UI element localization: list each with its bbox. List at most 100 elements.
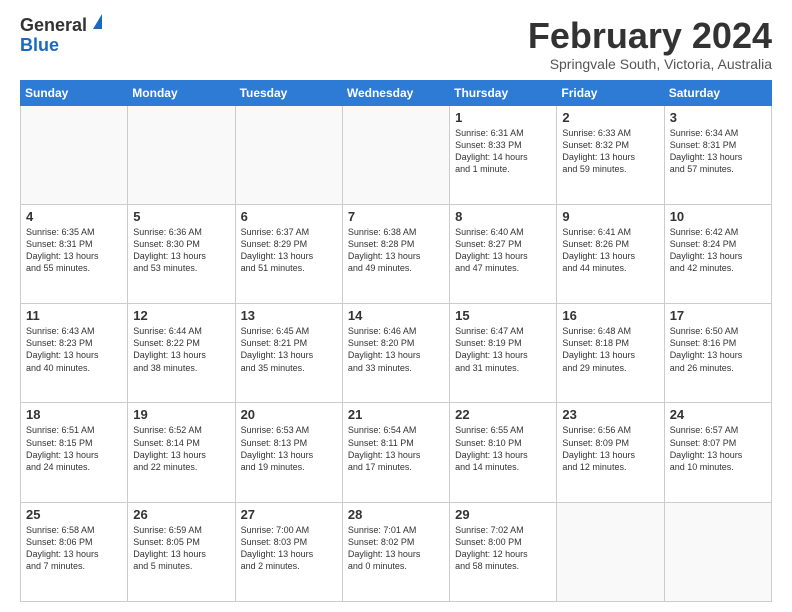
day-info: Sunrise: 6:51 AM Sunset: 8:15 PM Dayligh… — [26, 424, 122, 473]
table-row: 24Sunrise: 6:57 AM Sunset: 8:07 PM Dayli… — [664, 403, 771, 502]
day-info: Sunrise: 6:57 AM Sunset: 8:07 PM Dayligh… — [670, 424, 766, 473]
day-number: 3 — [670, 110, 766, 125]
col-tuesday: Tuesday — [235, 80, 342, 105]
table-row — [557, 502, 664, 601]
table-row: 25 Sunrise: 6:58 AM Sunset: 8:06 PM Dayli… — [21, 502, 128, 601]
day-info: Sunrise: 6:43 AM Sunset: 8:23 PM Dayligh… — [26, 325, 122, 374]
day-number: 27 — [241, 507, 337, 522]
day-info: Sunrise: 6:38 AM Sunset: 8:28 PM Dayligh… — [348, 226, 444, 275]
table-row: 19Sunrise: 6:52 AM Sunset: 8:14 PM Dayli… — [128, 403, 235, 502]
day-info: Sunrise: 6:59 AM Sunset: 8:05 PM Dayligh… — [133, 524, 229, 573]
subtitle: Springvale South, Victoria, Australia — [528, 56, 772, 72]
day-info: Sunrise: 6:45 AM Sunset: 8:21 PM Dayligh… — [241, 325, 337, 374]
page: General Blue February 2024 Springvale So… — [0, 0, 792, 612]
table-row: 6Sunrise: 6:37 AM Sunset: 8:29 PM Daylig… — [235, 204, 342, 303]
day-number: 10 — [670, 209, 766, 224]
table-row: 4 Sunrise: 6:35 AM Sunset: 8:31 PM Daylig… — [21, 204, 128, 303]
table-row — [21, 105, 128, 204]
day-number: 18 — [26, 407, 122, 422]
table-row: 10 Sunrise: 6:42 AM Sunset: 8:24 PM Dayli… — [664, 204, 771, 303]
table-row: 5 Sunrise: 6:36 AM Sunset: 8:30 PM Daylig… — [128, 204, 235, 303]
table-row: 29 Sunrise: 7:02 AM Sunset: 8:00 PM Dayli… — [450, 502, 557, 601]
day-number: 14 — [348, 308, 444, 323]
day-number: 22 — [455, 407, 551, 422]
day-number: 4 — [26, 209, 122, 224]
day-number: 26 — [133, 507, 229, 522]
table-row: 11 Sunrise: 6:43 AM Sunset: 8:23 PM Dayli… — [21, 304, 128, 403]
day-number: 15 — [455, 308, 551, 323]
day-number: 28 — [348, 507, 444, 522]
day-info: Sunrise: 6:48 AM Sunset: 8:18 PM Dayligh… — [562, 325, 658, 374]
calendar-week-4: 25 Sunrise: 6:58 AM Sunset: 8:06 PM Dayli… — [21, 502, 772, 601]
table-row: 15 Sunrise: 6:47 AM Sunset: 8:19 PM Dayli… — [450, 304, 557, 403]
table-row: 8Sunrise: 6:40 AM Sunset: 8:27 PM Daylig… — [450, 204, 557, 303]
day-number: 16 — [562, 308, 658, 323]
col-wednesday: Wednesday — [342, 80, 449, 105]
day-info: Sunrise: 6:34 AM Sunset: 8:31 PM Dayligh… — [670, 127, 766, 176]
day-number: 11 — [26, 308, 122, 323]
table-row: 2Sunrise: 6:33 AM Sunset: 8:32 PM Daylig… — [557, 105, 664, 204]
day-info: Sunrise: 6:50 AM Sunset: 8:16 PM Dayligh… — [670, 325, 766, 374]
table-row: 17 Sunrise: 6:50 AM Sunset: 8:16 PM Dayli… — [664, 304, 771, 403]
day-number: 12 — [133, 308, 229, 323]
table-row — [235, 105, 342, 204]
day-info: Sunrise: 6:58 AM Sunset: 8:06 PM Dayligh… — [26, 524, 122, 573]
day-info: Sunrise: 6:46 AM Sunset: 8:20 PM Dayligh… — [348, 325, 444, 374]
day-number: 5 — [133, 209, 229, 224]
table-row: 27 Sunrise: 7:00 AM Sunset: 8:03 PM Dayli… — [235, 502, 342, 601]
col-sunday: Sunday — [21, 80, 128, 105]
calendar-table: Sunday Monday Tuesday Wednesday Thursday… — [20, 80, 772, 602]
day-info: Sunrise: 7:00 AM Sunset: 8:03 PM Dayligh… — [241, 524, 337, 573]
table-row: 7 Sunrise: 6:38 AM Sunset: 8:28 PM Daylig… — [342, 204, 449, 303]
calendar-week-0: 1 Sunrise: 6:31 AM Sunset: 8:33 PM Daylig… — [21, 105, 772, 204]
day-number: 17 — [670, 308, 766, 323]
table-row: 23 Sunrise: 6:56 AM Sunset: 8:09 PM Dayli… — [557, 403, 664, 502]
col-saturday: Saturday — [664, 80, 771, 105]
day-info: Sunrise: 6:54 AM Sunset: 8:11 PM Dayligh… — [348, 424, 444, 473]
calendar-week-2: 11 Sunrise: 6:43 AM Sunset: 8:23 PM Dayli… — [21, 304, 772, 403]
day-number: 8 — [455, 209, 551, 224]
day-info: Sunrise: 7:02 AM Sunset: 8:00 PM Dayligh… — [455, 524, 551, 573]
day-number: 19 — [133, 407, 229, 422]
day-number: 29 — [455, 507, 551, 522]
header: General Blue February 2024 Springvale So… — [20, 16, 772, 72]
day-number: 7 — [348, 209, 444, 224]
calendar-week-3: 18 Sunrise: 6:51 AM Sunset: 8:15 PM Dayli… — [21, 403, 772, 502]
day-info: Sunrise: 6:33 AM Sunset: 8:32 PM Dayligh… — [562, 127, 658, 176]
table-row: 12Sunrise: 6:44 AM Sunset: 8:22 PM Dayli… — [128, 304, 235, 403]
day-info: Sunrise: 6:56 AM Sunset: 8:09 PM Dayligh… — [562, 424, 658, 473]
day-info: Sunrise: 6:36 AM Sunset: 8:30 PM Dayligh… — [133, 226, 229, 275]
day-number: 9 — [562, 209, 658, 224]
table-row: 13 Sunrise: 6:45 AM Sunset: 8:21 PM Dayli… — [235, 304, 342, 403]
day-info: Sunrise: 6:47 AM Sunset: 8:19 PM Dayligh… — [455, 325, 551, 374]
table-row: 22 Sunrise: 6:55 AM Sunset: 8:10 PM Dayli… — [450, 403, 557, 502]
day-info: Sunrise: 6:53 AM Sunset: 8:13 PM Dayligh… — [241, 424, 337, 473]
table-row: 28Sunrise: 7:01 AM Sunset: 8:02 PM Dayli… — [342, 502, 449, 601]
day-number: 25 — [26, 507, 122, 522]
table-row: 3 Sunrise: 6:34 AM Sunset: 8:31 PM Daylig… — [664, 105, 771, 204]
day-info: Sunrise: 6:42 AM Sunset: 8:24 PM Dayligh… — [670, 226, 766, 275]
day-number: 13 — [241, 308, 337, 323]
table-row — [128, 105, 235, 204]
col-monday: Monday — [128, 80, 235, 105]
day-number: 1 — [455, 110, 551, 125]
table-row: 18 Sunrise: 6:51 AM Sunset: 8:15 PM Dayli… — [21, 403, 128, 502]
day-info: Sunrise: 6:35 AM Sunset: 8:31 PM Dayligh… — [26, 226, 122, 275]
logo-triangle-icon — [93, 14, 102, 29]
table-row: 21Sunrise: 6:54 AM Sunset: 8:11 PM Dayli… — [342, 403, 449, 502]
table-row — [664, 502, 771, 601]
header-row: Sunday Monday Tuesday Wednesday Thursday… — [21, 80, 772, 105]
day-info: Sunrise: 6:55 AM Sunset: 8:10 PM Dayligh… — [455, 424, 551, 473]
col-thursday: Thursday — [450, 80, 557, 105]
table-row: 14 Sunrise: 6:46 AM Sunset: 8:20 PM Dayli… — [342, 304, 449, 403]
day-info: Sunrise: 6:31 AM Sunset: 8:33 PM Dayligh… — [455, 127, 551, 176]
table-row: 26 Sunrise: 6:59 AM Sunset: 8:05 PM Dayli… — [128, 502, 235, 601]
table-row — [342, 105, 449, 204]
calendar-week-1: 4 Sunrise: 6:35 AM Sunset: 8:31 PM Daylig… — [21, 204, 772, 303]
logo-general-text: General — [20, 15, 87, 35]
day-number: 20 — [241, 407, 337, 422]
logo-blue-text: Blue — [20, 35, 59, 55]
day-number: 23 — [562, 407, 658, 422]
day-info: Sunrise: 6:37 AM Sunset: 8:29 PM Dayligh… — [241, 226, 337, 275]
logo-row1: General — [20, 16, 102, 36]
